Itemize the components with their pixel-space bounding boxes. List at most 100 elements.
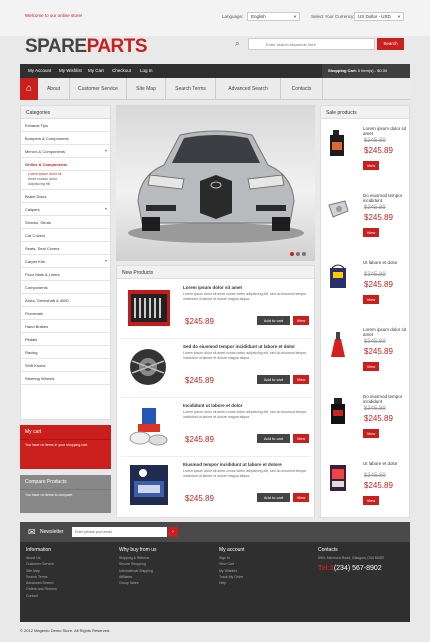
view-button[interactable]: View [363, 161, 379, 170]
currency-select[interactable]: US Dollar - USD ▼ [354, 12, 404, 21]
category-item[interactable]: Grilles & Components [21, 158, 110, 171]
category-item[interactable]: Hand Brakes [21, 320, 110, 333]
newsletter-label: Newsletter [40, 529, 64, 535]
home-icon[interactable]: ⌂ [20, 78, 38, 100]
category-item[interactable]: Axles, Driveshaft & 4WD [21, 294, 110, 307]
category-item[interactable]: Carpet Kits ▾ [21, 255, 110, 268]
sale-image-jack-stand[interactable] [327, 329, 349, 359]
search-input[interactable]: Enter search keywords here [248, 38, 375, 50]
category-item[interactable]: Mirrors & Components ▾ [21, 145, 110, 158]
footer-contacts-title: Contacts [318, 547, 338, 553]
my-cart-link[interactable]: My Cart [88, 68, 104, 73]
nav-advanced-search[interactable]: Advanced Search [216, 78, 281, 100]
product-title[interactable]: Eiusmod tempor incididunt ut labore et d… [183, 462, 308, 467]
old-price: $345.89 [364, 205, 386, 211]
search-button[interactable]: Search [377, 38, 404, 50]
category-item[interactable]: Floor Mats & Liners [21, 268, 110, 281]
sale-product-title[interactable]: Ut labore et dolor [363, 461, 407, 466]
add-to-cart-button[interactable]: Add to cart [257, 316, 290, 325]
category-label: Mirrors & Components [25, 149, 66, 154]
sale-product-title[interactable]: Lorem ipsum dolor sit amet [363, 327, 407, 337]
category-item[interactable]: Seats, Seat Covers [21, 242, 110, 255]
old-price: $345.89 [364, 406, 386, 412]
newsletter-submit-button[interactable]: › [168, 527, 178, 537]
nav-contacts[interactable]: Contacts [281, 78, 323, 100]
logo[interactable]: SPAREPARTS [25, 36, 148, 58]
category-item[interactable]: Exhaust Tips [21, 119, 110, 132]
sale-product-title[interactable]: Ut labore et dolor [363, 260, 407, 265]
cart-value: 0 item(s) - $0.00 [358, 68, 388, 73]
sale-product-title[interactable]: Do eiusmod tempor incididunt [363, 394, 407, 404]
footer-why-buy: Why buy from us Shipping & Returns Secure… [119, 547, 211, 587]
category-item[interactable]: Shift Knobs [21, 359, 110, 372]
sale-product-title[interactable]: Lorem ipsum dolor sit amet [363, 126, 407, 136]
newsletter-email-input[interactable]: Enter please your email [72, 527, 167, 537]
add-to-cart-button[interactable]: Add to cart [257, 434, 290, 443]
slider-dot[interactable] [290, 252, 294, 256]
product-image-tire-chains[interactable] [126, 345, 172, 389]
nav-site-map[interactable]: Site Map [127, 78, 166, 100]
category-item[interactable]: Floormats [21, 307, 110, 320]
category-item[interactable]: Car Covers [21, 229, 110, 242]
nav-about[interactable]: About [38, 78, 70, 100]
categories-sidebar: Categories Exhaust Tips Bumpers & Compone… [20, 105, 111, 420]
my-wishlist-link[interactable]: My Wishlist [59, 68, 82, 73]
category-label: Carpet Kits [25, 259, 45, 264]
sale-image-battery-charger[interactable] [327, 262, 349, 292]
chevron-down-icon: ▾ [104, 206, 107, 211]
slider-dot[interactable] [296, 252, 300, 256]
subcategory-item[interactable]: Adipisicing elit [28, 182, 110, 187]
hero-slider[interactable] [116, 105, 315, 261]
language-select[interactable]: English ▼ [247, 12, 300, 21]
compare-message: You have no items to compare. [25, 493, 74, 497]
chevron-down-icon: ▾ [104, 148, 107, 153]
nav-search-terms[interactable]: Search Terms [166, 78, 216, 100]
add-to-cart-button[interactable]: Add to cart [257, 493, 290, 502]
sale-image-oil-bottle[interactable] [327, 128, 349, 158]
view-button[interactable]: View [363, 429, 379, 438]
sale-image-accessory-box[interactable] [327, 463, 349, 493]
view-button[interactable]: View [363, 362, 379, 371]
product-title[interactable]: Incididunt ut labore et dolor [183, 403, 308, 408]
sale-product: Do eiusmod tempor incididunt $345.89 $24… [323, 190, 407, 256]
product-description: Lorem ipsum dolor sit amet conse ctetur … [183, 351, 307, 360]
shopping-cart-summary[interactable]: Shopping Cart: 0 item(s) - $0.00 [322, 64, 410, 78]
slider-dot[interactable] [302, 252, 306, 256]
footer-link[interactable]: Group Sales [119, 581, 211, 587]
product-image-polisher[interactable] [126, 404, 172, 448]
sale-image-mirror[interactable] [327, 195, 349, 225]
login-link[interactable]: Log In [140, 68, 153, 73]
categories-title: Categories [21, 106, 110, 119]
view-button[interactable]: View [363, 228, 379, 237]
view-button[interactable]: View [363, 295, 379, 304]
category-item[interactable]: Shocks, Struts [21, 216, 110, 229]
category-item[interactable]: Components [21, 281, 110, 294]
category-label: Seats, Seat Covers [25, 246, 60, 251]
view-button[interactable]: View [363, 496, 379, 505]
footer-link[interactable]: Help [219, 581, 311, 587]
product-image-wrench-set[interactable] [126, 286, 172, 330]
checkout-link[interactable]: Checkout [112, 68, 131, 73]
category-item[interactable]: Brake Discs [21, 190, 110, 203]
category-item[interactable]: Calipers ▾ [21, 203, 110, 216]
product-image-light-bulbs[interactable] [126, 463, 172, 507]
nav-customer-service[interactable]: Customer Service [70, 78, 127, 100]
category-label: Calipers [25, 207, 40, 212]
my-account-link[interactable]: My Account [28, 68, 51, 73]
product-title[interactable]: Sed do eiusmod tempor incididunt ut labo… [183, 344, 308, 349]
view-button[interactable]: View [293, 434, 309, 443]
product-title[interactable]: Lorem ipsum dolor sit amet [183, 285, 308, 290]
category-item[interactable]: Bumpers & Components [21, 132, 110, 145]
category-label: Floor Mats & Liners [25, 272, 60, 277]
sale-product-title[interactable]: Do eiusmod tempor incididunt [363, 193, 407, 203]
sale-image-spray-bottle[interactable] [327, 396, 349, 426]
category-item[interactable]: Steering Wheels [21, 372, 110, 385]
footer-link[interactable]: Contact [26, 594, 118, 600]
category-item[interactable]: Racing [21, 346, 110, 359]
view-button[interactable]: View [293, 316, 309, 325]
category-item[interactable]: Pedals [21, 333, 110, 346]
contact-address: 8901 Marmora Road, Glasgow, D04 89GR [318, 556, 384, 560]
view-button[interactable]: View [293, 375, 309, 384]
view-button[interactable]: View [293, 493, 309, 502]
add-to-cart-button[interactable]: Add to cart [257, 375, 290, 384]
